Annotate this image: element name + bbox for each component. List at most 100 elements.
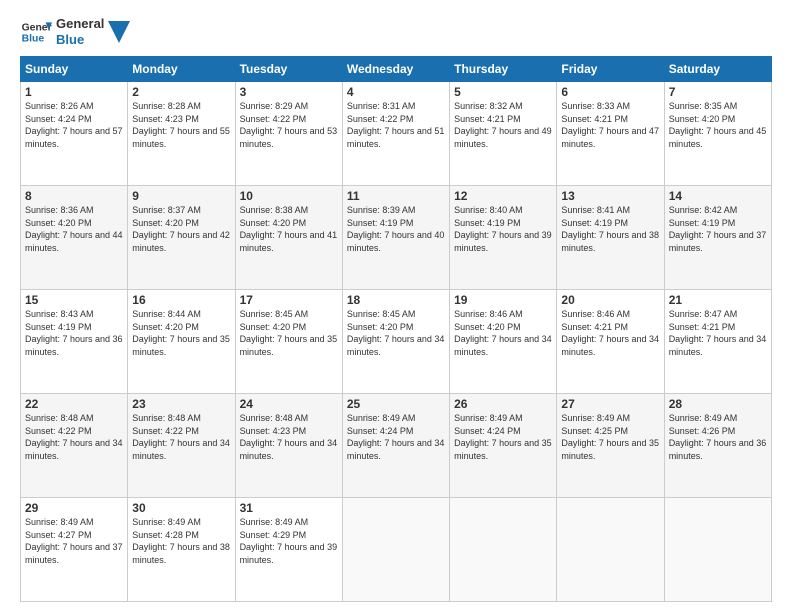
- day-info: Sunrise: 8:42 AM Sunset: 4:19 PM Dayligh…: [669, 204, 767, 254]
- day-cell: 4 Sunrise: 8:31 AM Sunset: 4:22 PM Dayli…: [342, 82, 449, 186]
- day-number: 22: [25, 397, 123, 411]
- day-info: Sunrise: 8:49 AM Sunset: 4:29 PM Dayligh…: [240, 516, 338, 566]
- day-cell: [450, 498, 557, 602]
- day-info: Sunrise: 8:49 AM Sunset: 4:24 PM Dayligh…: [347, 412, 445, 462]
- day-cell: [557, 498, 664, 602]
- day-cell: 20 Sunrise: 8:46 AM Sunset: 4:21 PM Dayl…: [557, 290, 664, 394]
- day-cell: 26 Sunrise: 8:49 AM Sunset: 4:24 PM Dayl…: [450, 394, 557, 498]
- day-info: Sunrise: 8:40 AM Sunset: 4:19 PM Dayligh…: [454, 204, 552, 254]
- day-cell: 19 Sunrise: 8:46 AM Sunset: 4:20 PM Dayl…: [450, 290, 557, 394]
- logo: General Blue General Blue: [20, 16, 130, 48]
- day-cell: 31 Sunrise: 8:49 AM Sunset: 4:29 PM Dayl…: [235, 498, 342, 602]
- day-cell: 29 Sunrise: 8:49 AM Sunset: 4:27 PM Dayl…: [21, 498, 128, 602]
- day-cell: 5 Sunrise: 8:32 AM Sunset: 4:21 PM Dayli…: [450, 82, 557, 186]
- calendar-table: SundayMondayTuesdayWednesdayThursdayFrid…: [20, 56, 772, 602]
- day-number: 14: [669, 189, 767, 203]
- day-info: Sunrise: 8:39 AM Sunset: 4:19 PM Dayligh…: [347, 204, 445, 254]
- day-number: 28: [669, 397, 767, 411]
- logo-blue: Blue: [56, 32, 104, 48]
- day-number: 4: [347, 85, 445, 99]
- day-number: 11: [347, 189, 445, 203]
- day-cell: 18 Sunrise: 8:45 AM Sunset: 4:20 PM Dayl…: [342, 290, 449, 394]
- header-row: SundayMondayTuesdayWednesdayThursdayFrid…: [21, 57, 772, 82]
- day-number: 21: [669, 293, 767, 307]
- day-info: Sunrise: 8:35 AM Sunset: 4:20 PM Dayligh…: [669, 100, 767, 150]
- day-cell: 27 Sunrise: 8:49 AM Sunset: 4:25 PM Dayl…: [557, 394, 664, 498]
- day-cell: 30 Sunrise: 8:49 AM Sunset: 4:28 PM Dayl…: [128, 498, 235, 602]
- day-cell: 8 Sunrise: 8:36 AM Sunset: 4:20 PM Dayli…: [21, 186, 128, 290]
- day-number: 15: [25, 293, 123, 307]
- day-number: 18: [347, 293, 445, 307]
- day-cell: 6 Sunrise: 8:33 AM Sunset: 4:21 PM Dayli…: [557, 82, 664, 186]
- day-cell: 15 Sunrise: 8:43 AM Sunset: 4:19 PM Dayl…: [21, 290, 128, 394]
- day-info: Sunrise: 8:48 AM Sunset: 4:22 PM Dayligh…: [25, 412, 123, 462]
- day-cell: 25 Sunrise: 8:49 AM Sunset: 4:24 PM Dayl…: [342, 394, 449, 498]
- day-cell: 17 Sunrise: 8:45 AM Sunset: 4:20 PM Dayl…: [235, 290, 342, 394]
- day-number: 23: [132, 397, 230, 411]
- day-number: 17: [240, 293, 338, 307]
- day-info: Sunrise: 8:31 AM Sunset: 4:22 PM Dayligh…: [347, 100, 445, 150]
- day-number: 5: [454, 85, 552, 99]
- day-info: Sunrise: 8:41 AM Sunset: 4:19 PM Dayligh…: [561, 204, 659, 254]
- day-cell: [664, 498, 771, 602]
- day-number: 9: [132, 189, 230, 203]
- day-cell: 7 Sunrise: 8:35 AM Sunset: 4:20 PM Dayli…: [664, 82, 771, 186]
- day-cell: 1 Sunrise: 8:26 AM Sunset: 4:24 PM Dayli…: [21, 82, 128, 186]
- week-row-5: 29 Sunrise: 8:49 AM Sunset: 4:27 PM Dayl…: [21, 498, 772, 602]
- day-info: Sunrise: 8:48 AM Sunset: 4:22 PM Dayligh…: [132, 412, 230, 462]
- day-number: 1: [25, 85, 123, 99]
- day-info: Sunrise: 8:49 AM Sunset: 4:25 PM Dayligh…: [561, 412, 659, 462]
- week-row-3: 15 Sunrise: 8:43 AM Sunset: 4:19 PM Dayl…: [21, 290, 772, 394]
- day-number: 26: [454, 397, 552, 411]
- logo-triangle-icon: [108, 21, 130, 43]
- day-number: 24: [240, 397, 338, 411]
- day-cell: 23 Sunrise: 8:48 AM Sunset: 4:22 PM Dayl…: [128, 394, 235, 498]
- calendar-header: SundayMondayTuesdayWednesdayThursdayFrid…: [21, 57, 772, 82]
- header-day-friday: Friday: [557, 57, 664, 82]
- day-number: 3: [240, 85, 338, 99]
- day-number: 16: [132, 293, 230, 307]
- week-row-4: 22 Sunrise: 8:48 AM Sunset: 4:22 PM Dayl…: [21, 394, 772, 498]
- day-number: 25: [347, 397, 445, 411]
- week-row-2: 8 Sunrise: 8:36 AM Sunset: 4:20 PM Dayli…: [21, 186, 772, 290]
- day-number: 31: [240, 501, 338, 515]
- day-cell: 3 Sunrise: 8:29 AM Sunset: 4:22 PM Dayli…: [235, 82, 342, 186]
- header: General Blue General Blue: [20, 16, 772, 48]
- day-info: Sunrise: 8:45 AM Sunset: 4:20 PM Dayligh…: [240, 308, 338, 358]
- day-cell: 16 Sunrise: 8:44 AM Sunset: 4:20 PM Dayl…: [128, 290, 235, 394]
- day-cell: 14 Sunrise: 8:42 AM Sunset: 4:19 PM Dayl…: [664, 186, 771, 290]
- day-cell: 21 Sunrise: 8:47 AM Sunset: 4:21 PM Dayl…: [664, 290, 771, 394]
- day-number: 29: [25, 501, 123, 515]
- day-cell: 12 Sunrise: 8:40 AM Sunset: 4:19 PM Dayl…: [450, 186, 557, 290]
- day-info: Sunrise: 8:38 AM Sunset: 4:20 PM Dayligh…: [240, 204, 338, 254]
- day-info: Sunrise: 8:33 AM Sunset: 4:21 PM Dayligh…: [561, 100, 659, 150]
- header-day-wednesday: Wednesday: [342, 57, 449, 82]
- day-cell: 2 Sunrise: 8:28 AM Sunset: 4:23 PM Dayli…: [128, 82, 235, 186]
- day-cell: 13 Sunrise: 8:41 AM Sunset: 4:19 PM Dayl…: [557, 186, 664, 290]
- day-info: Sunrise: 8:49 AM Sunset: 4:26 PM Dayligh…: [669, 412, 767, 462]
- day-info: Sunrise: 8:49 AM Sunset: 4:24 PM Dayligh…: [454, 412, 552, 462]
- header-day-thursday: Thursday: [450, 57, 557, 82]
- day-info: Sunrise: 8:29 AM Sunset: 4:22 PM Dayligh…: [240, 100, 338, 150]
- day-info: Sunrise: 8:49 AM Sunset: 4:28 PM Dayligh…: [132, 516, 230, 566]
- calendar-body: 1 Sunrise: 8:26 AM Sunset: 4:24 PM Dayli…: [21, 82, 772, 602]
- day-number: 12: [454, 189, 552, 203]
- day-cell: 11 Sunrise: 8:39 AM Sunset: 4:19 PM Dayl…: [342, 186, 449, 290]
- header-day-tuesday: Tuesday: [235, 57, 342, 82]
- day-cell: 9 Sunrise: 8:37 AM Sunset: 4:20 PM Dayli…: [128, 186, 235, 290]
- svg-text:Blue: Blue: [22, 34, 45, 45]
- day-info: Sunrise: 8:48 AM Sunset: 4:23 PM Dayligh…: [240, 412, 338, 462]
- header-day-sunday: Sunday: [21, 57, 128, 82]
- day-number: 8: [25, 189, 123, 203]
- page: General Blue General Blue SundayMondayTu…: [0, 0, 792, 612]
- day-info: Sunrise: 8:36 AM Sunset: 4:20 PM Dayligh…: [25, 204, 123, 254]
- day-number: 7: [669, 85, 767, 99]
- day-number: 13: [561, 189, 659, 203]
- day-number: 10: [240, 189, 338, 203]
- day-info: Sunrise: 8:47 AM Sunset: 4:21 PM Dayligh…: [669, 308, 767, 358]
- day-info: Sunrise: 8:46 AM Sunset: 4:21 PM Dayligh…: [561, 308, 659, 358]
- day-info: Sunrise: 8:28 AM Sunset: 4:23 PM Dayligh…: [132, 100, 230, 150]
- day-info: Sunrise: 8:46 AM Sunset: 4:20 PM Dayligh…: [454, 308, 552, 358]
- logo-icon: General Blue: [20, 16, 52, 48]
- day-info: Sunrise: 8:44 AM Sunset: 4:20 PM Dayligh…: [132, 308, 230, 358]
